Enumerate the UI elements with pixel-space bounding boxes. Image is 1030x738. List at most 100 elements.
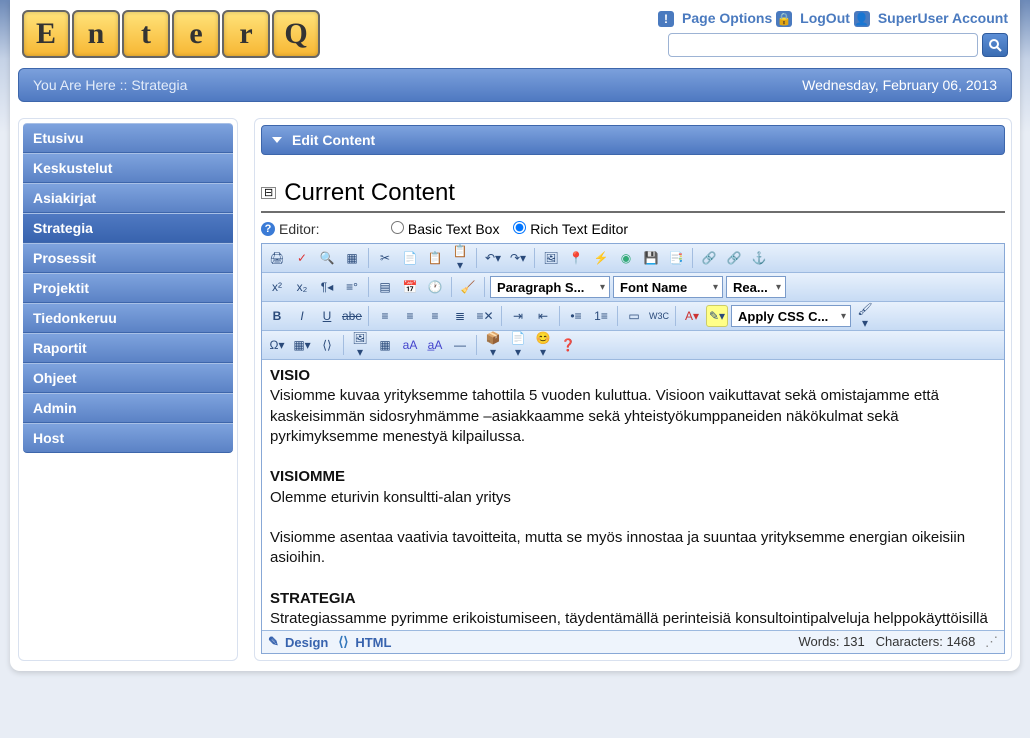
flash-icon[interactable]: ⚡ bbox=[590, 247, 612, 269]
html-mode-tab[interactable]: ⟨⟩HTML bbox=[338, 635, 391, 650]
hr-icon[interactable]: ― bbox=[449, 334, 471, 356]
align-center-icon[interactable]: ≡ bbox=[399, 305, 421, 327]
align-right-icon[interactable]: ≡ bbox=[424, 305, 446, 327]
sidebar-item-admin[interactable]: Admin bbox=[23, 393, 233, 423]
superscript-icon[interactable]: x² bbox=[266, 276, 288, 298]
outdent-icon[interactable]: ⇤ bbox=[532, 305, 554, 327]
link-icon[interactable]: 🔗 bbox=[698, 247, 720, 269]
search-icon bbox=[988, 38, 1002, 52]
page-icon[interactable]: 📄▾ bbox=[507, 334, 529, 356]
module-manager-icon[interactable]: 📦▾ bbox=[482, 334, 504, 356]
anchor-icon[interactable]: ⚓ bbox=[748, 247, 770, 269]
underline-icon[interactable]: U bbox=[316, 305, 338, 327]
xhtml-validate-icon[interactable]: W3C bbox=[648, 305, 670, 327]
undo-icon[interactable]: ↶▾ bbox=[482, 247, 504, 269]
spellcheck-icon[interactable]: ✓ bbox=[291, 247, 313, 269]
symbol-icon[interactable]: Ω▾ bbox=[266, 334, 288, 356]
new-paragraph-icon[interactable]: ≡° bbox=[341, 276, 363, 298]
code-icon: ⟨⟩ bbox=[338, 635, 352, 649]
snippet-icon[interactable]: ⟨⟩ bbox=[316, 334, 338, 356]
logout-link[interactable]: LogOut bbox=[800, 10, 850, 26]
cut-icon[interactable]: ✂ bbox=[374, 247, 396, 269]
logo-tile: n bbox=[72, 10, 120, 58]
sidebar-item-raportit[interactable]: Raportit bbox=[23, 333, 233, 363]
logo-tile: E bbox=[22, 10, 70, 58]
breadcrumb-prefix: You Are Here :: bbox=[33, 77, 127, 93]
collapse-icon[interactable]: ⊟ bbox=[261, 187, 276, 199]
resize-handle-icon[interactable]: ⋰ bbox=[985, 634, 998, 649]
page-options-link[interactable]: Page Options bbox=[682, 10, 772, 26]
bold-icon[interactable]: B bbox=[266, 305, 288, 327]
copy-icon[interactable]: 📄 bbox=[399, 247, 421, 269]
insert-time-icon[interactable]: 🕐 bbox=[424, 276, 446, 298]
find-replace-icon[interactable]: 🔍 bbox=[316, 247, 338, 269]
table-icon[interactable]: ▦▾ bbox=[291, 334, 313, 356]
panel-header[interactable]: Edit Content bbox=[261, 125, 1005, 155]
font-name-select[interactable]: Font Name bbox=[613, 276, 723, 298]
paragraph-icon[interactable]: ¶◂ bbox=[316, 276, 338, 298]
image-map-icon[interactable]: 📍 bbox=[565, 247, 587, 269]
image-manager-icon[interactable]: 🖼 bbox=[540, 247, 562, 269]
forecolor-icon[interactable]: A▾ bbox=[681, 305, 703, 327]
list-bullets-icon[interactable]: •≡ bbox=[565, 305, 587, 327]
sidebar-item-etusivu[interactable]: Etusivu bbox=[23, 123, 233, 153]
apply-css-select[interactable]: Apply CSS C... bbox=[731, 305, 851, 327]
format-stripper-icon[interactable]: 🧹 bbox=[457, 276, 479, 298]
italic-icon[interactable]: I bbox=[291, 305, 313, 327]
image-icon[interactable]: 🖼▾ bbox=[349, 334, 371, 356]
radio-basic[interactable]: Basic Text Box bbox=[391, 221, 499, 237]
breadcrumb-current: Strategia bbox=[131, 77, 187, 93]
list-numbers-icon[interactable]: 1≡ bbox=[590, 305, 612, 327]
radio-rich[interactable]: Rich Text Editor bbox=[513, 221, 628, 237]
sidebar-item-strategia[interactable]: Strategia bbox=[23, 213, 233, 243]
convert-lower-icon[interactable]: aA bbox=[399, 334, 421, 356]
sidebar-item-projektit[interactable]: Projektit bbox=[23, 273, 233, 303]
paste-word-icon[interactable]: 📋▾ bbox=[449, 247, 471, 269]
rte-toolbar-row-3: B I U abe ≡ ≡ ≡ ≣ ≡✕ ⇥ ⇤ •≡ 1≡ bbox=[262, 302, 1004, 331]
subscript-icon[interactable]: x₂ bbox=[291, 276, 313, 298]
abs-position-icon[interactable]: ▦ bbox=[374, 334, 396, 356]
align-left-icon[interactable]: ≡ bbox=[374, 305, 396, 327]
design-mode-tab[interactable]: ✎Design bbox=[268, 635, 328, 650]
toggle-border-icon[interactable]: ▭ bbox=[623, 305, 645, 327]
convert-upper-icon[interactable]: a̲A bbox=[424, 334, 446, 356]
format-paint-icon[interactable]: 🖌▾ bbox=[854, 305, 876, 327]
remove-align-icon[interactable]: ≡✕ bbox=[474, 305, 496, 327]
breadcrumb: You Are Here :: Strategia Wednesday, Feb… bbox=[18, 68, 1012, 102]
sidebar-item-host[interactable]: Host bbox=[23, 423, 233, 453]
help-rte-icon[interactable]: ❓ bbox=[557, 334, 579, 356]
paste-icon[interactable]: 📋 bbox=[424, 247, 446, 269]
emoticon-icon[interactable]: 😊▾ bbox=[532, 334, 554, 356]
sidebar-item-keskustelut[interactable]: Keskustelut bbox=[23, 153, 233, 183]
sidebar-item-prosessit[interactable]: Prosessit bbox=[23, 243, 233, 273]
sidebar-item-tiedonkeruu[interactable]: Tiedonkeruu bbox=[23, 303, 233, 333]
document-manager-icon[interactable]: 💾 bbox=[640, 247, 662, 269]
rte-content-area[interactable]: VISIO Visiomme kuvaa yrityksemme tahotti… bbox=[262, 360, 1004, 630]
rte-stats: Words: 131 Characters: 1468 ⋰ bbox=[799, 634, 998, 650]
insert-date-icon[interactable]: 📅 bbox=[399, 276, 421, 298]
strikethrough-icon[interactable]: abe bbox=[341, 305, 363, 327]
editor-label: ? Editor: bbox=[261, 221, 391, 237]
font-size-select[interactable]: Rea... bbox=[726, 276, 786, 298]
insert-group-box-icon[interactable]: ▤ bbox=[374, 276, 396, 298]
print-icon[interactable]: 🖨 bbox=[266, 247, 288, 269]
template-icon[interactable]: 📑 bbox=[665, 247, 687, 269]
lock-icon: 🔒 bbox=[776, 11, 792, 27]
sidebar: EtusivuKeskustelutAsiakirjatStrategiaPro… bbox=[18, 118, 238, 661]
main-panel: Edit Content ⊟ Current Content ? Editor:… bbox=[254, 118, 1012, 661]
media-icon[interactable]: ◉ bbox=[615, 247, 637, 269]
sidebar-item-asiakirjat[interactable]: Asiakirjat bbox=[23, 183, 233, 213]
align-justify-icon[interactable]: ≣ bbox=[449, 305, 471, 327]
search-button[interactable] bbox=[982, 33, 1008, 57]
select-all-icon[interactable]: ▦ bbox=[341, 247, 363, 269]
backcolor-icon[interactable]: ✎▾ bbox=[706, 305, 728, 327]
search-input[interactable] bbox=[668, 33, 978, 57]
indent-icon[interactable]: ⇥ bbox=[507, 305, 529, 327]
help-icon[interactable]: ? bbox=[261, 222, 275, 236]
unlink-icon[interactable]: 🔗 bbox=[723, 247, 745, 269]
section-title: ⊟ Current Content bbox=[261, 179, 1005, 207]
redo-icon[interactable]: ↷▾ bbox=[507, 247, 529, 269]
account-link[interactable]: SuperUser Account bbox=[878, 10, 1008, 26]
paragraph-style-select[interactable]: Paragraph S... bbox=[490, 276, 610, 298]
sidebar-item-ohjeet[interactable]: Ohjeet bbox=[23, 363, 233, 393]
